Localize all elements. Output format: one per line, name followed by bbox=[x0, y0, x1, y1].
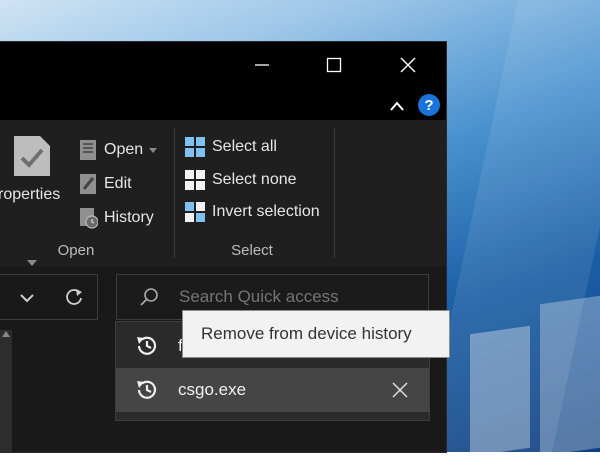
help-button[interactable]: ? bbox=[418, 94, 440, 116]
tooltip-text: Remove from device history bbox=[201, 324, 412, 343]
select-all-label: Select all bbox=[212, 138, 277, 155]
edit-icon bbox=[80, 174, 96, 194]
history-label: History bbox=[104, 209, 154, 226]
open-button[interactable]: Open bbox=[78, 137, 158, 163]
maximize-icon bbox=[326, 57, 342, 73]
tooltip: Remove from device history bbox=[182, 310, 450, 358]
help-icon: ? bbox=[424, 96, 434, 114]
file-explorer-window: ? roperties Open Edit History Open Selec… bbox=[0, 42, 446, 452]
open-label: Open bbox=[104, 141, 144, 158]
properties-button[interactable]: roperties bbox=[0, 126, 70, 266]
select-all-button[interactable]: Select all bbox=[184, 134, 277, 160]
collapse-ribbon-icon[interactable] bbox=[389, 100, 405, 112]
invert-selection-label: Invert selection bbox=[212, 203, 320, 220]
history-icon bbox=[137, 336, 157, 355]
refresh-icon[interactable] bbox=[64, 288, 84, 308]
select-all-icon bbox=[185, 137, 205, 157]
wallpaper-window-pane bbox=[540, 295, 600, 456]
history-icon bbox=[80, 208, 98, 229]
select-none-icon bbox=[185, 170, 205, 190]
select-none-label: Select none bbox=[212, 171, 297, 188]
group-separator bbox=[334, 128, 335, 258]
history-icon bbox=[137, 380, 157, 399]
history-button[interactable]: History bbox=[78, 205, 154, 231]
maximize-button[interactable] bbox=[298, 42, 370, 88]
group-separator bbox=[174, 128, 175, 258]
ribbon-tab-strip: ? bbox=[0, 90, 446, 120]
navigation-pane-scrollbar[interactable] bbox=[0, 330, 12, 452]
search-input[interactable] bbox=[177, 286, 421, 308]
search-icon bbox=[140, 288, 158, 306]
invert-selection-button[interactable]: Invert selection bbox=[184, 199, 320, 225]
address-bar[interactable] bbox=[0, 274, 98, 320]
invert-selection-icon bbox=[185, 202, 205, 222]
title-bar bbox=[0, 42, 446, 90]
edit-button[interactable]: Edit bbox=[78, 171, 132, 197]
close-icon bbox=[400, 57, 416, 73]
open-icon bbox=[80, 140, 96, 160]
scroll-up-icon[interactable] bbox=[1, 330, 11, 338]
edit-label: Edit bbox=[104, 175, 132, 192]
properties-label: roperties bbox=[0, 186, 61, 203]
properties-icon bbox=[14, 136, 50, 176]
open-dropdown-icon bbox=[149, 147, 158, 153]
list-item-label: csgo.exe bbox=[178, 380, 247, 399]
select-none-button[interactable]: Select none bbox=[184, 167, 297, 193]
open-group-label: Open bbox=[57, 242, 95, 259]
remove-history-icon[interactable] bbox=[392, 382, 408, 398]
minimize-icon bbox=[255, 64, 269, 66]
wallpaper-window-pane bbox=[470, 325, 530, 456]
select-group-label: Select bbox=[231, 242, 273, 259]
chevron-down-icon[interactable] bbox=[20, 293, 34, 303]
close-button[interactable] bbox=[372, 42, 444, 88]
minimize-button[interactable] bbox=[226, 42, 298, 88]
list-item[interactable]: csgo.exe bbox=[116, 368, 429, 412]
